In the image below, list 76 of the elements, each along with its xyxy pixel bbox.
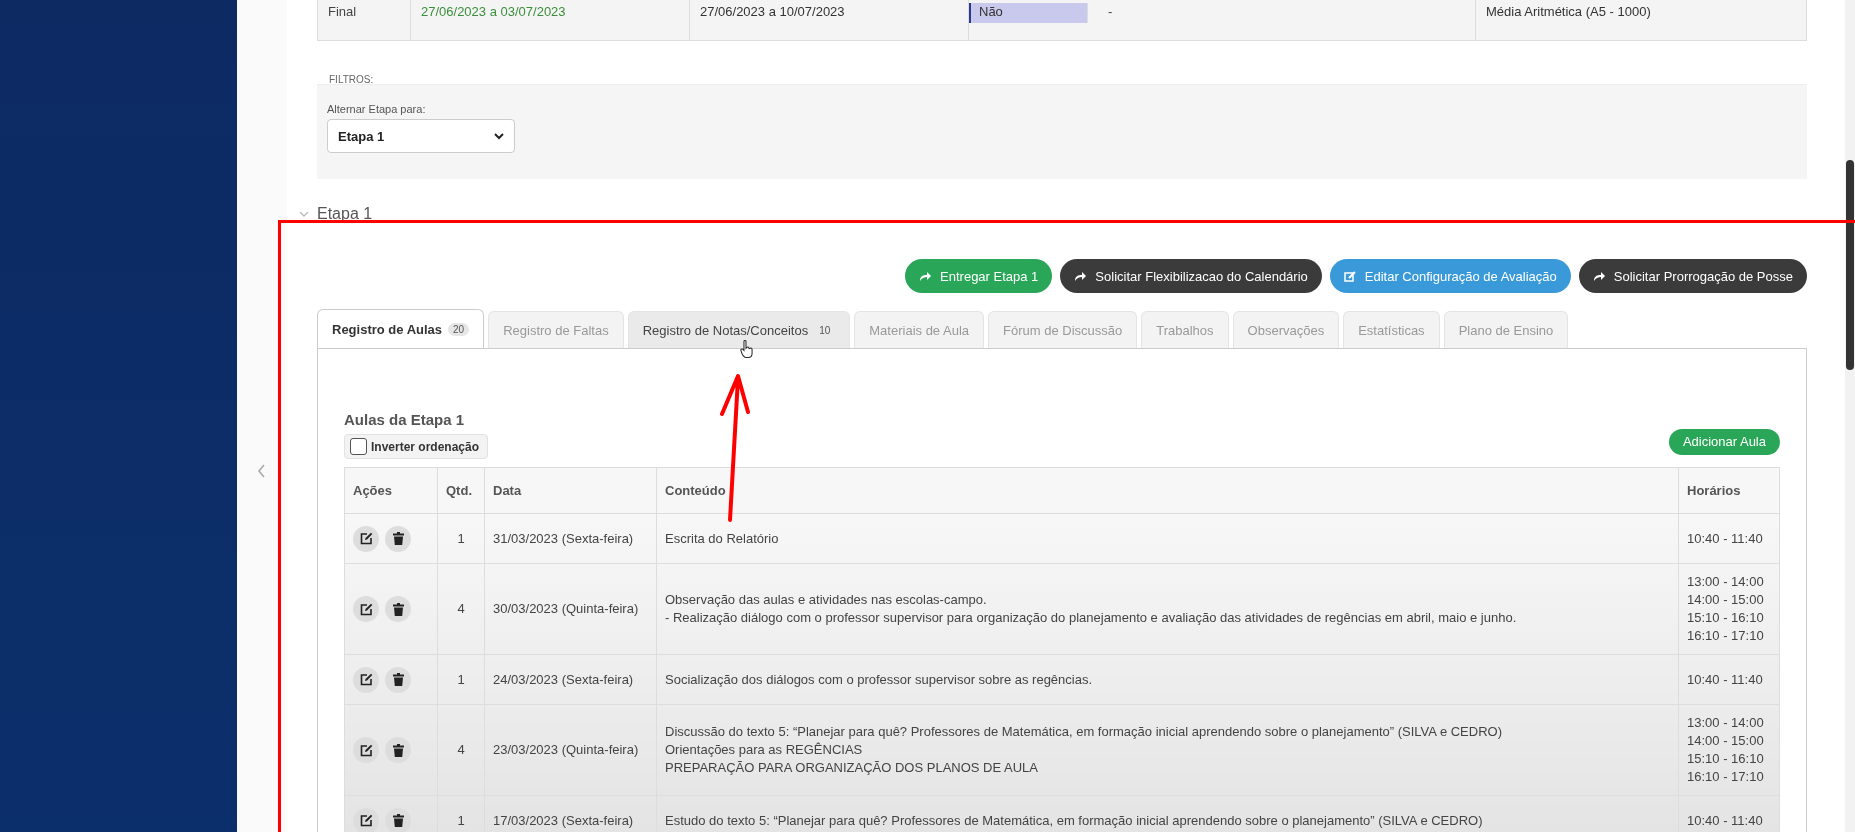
action-button[interactable]: Editar Configuração de Avaliação: [1329, 259, 1571, 293]
tab[interactable]: Registro de Notas/Conceitos 10: [627, 311, 851, 348]
table-cell: -: [1098, 0, 1476, 40]
table-cell: 31/03/2023 (Sexta-feira): [484, 513, 657, 564]
trash-icon: [392, 814, 404, 827]
table-cell: 1: [437, 513, 485, 564]
column-header: Data: [484, 467, 657, 514]
sort-checkbox[interactable]: Inverter ordenação: [344, 434, 489, 459]
panel-title: Aulas da Etapa 1: [344, 411, 466, 428]
edit-icon: [359, 532, 373, 545]
caret-icon: [494, 132, 504, 140]
status-label: Não: [969, 3, 1088, 23]
action-button[interactable]: Entregar Etapa 1: [905, 259, 1053, 293]
scrollbar-thumb[interactable]: [1846, 160, 1854, 370]
delete-button[interactable]: [385, 525, 411, 552]
tab[interactable]: Trabalhos: [1141, 311, 1229, 348]
section-title: Etapa 1: [317, 205, 373, 223]
share-arrow-icon: [1074, 270, 1088, 282]
tab[interactable]: Registro de Faltas: [488, 311, 624, 348]
hand-cursor-icon: [740, 340, 753, 358]
tab[interactable]: Estatísticas: [1343, 311, 1440, 348]
edit-icon: [359, 743, 373, 757]
table-cell: 27/06/2023 a 03/07/2023: [411, 0, 690, 40]
table-cell: Socialização dos diálogos com o professor supervisor sobre as regências.: [656, 654, 1679, 705]
add-button[interactable]: Adicionar Aula: [1668, 428, 1780, 455]
column-header: Horários: [1678, 467, 1780, 514]
table-cell: 23/03/2023 (Quinta-feira): [484, 704, 657, 796]
field-label: Alternar Etapa para:: [327, 102, 427, 115]
table-cell: 10:40 - 11:40: [1678, 513, 1780, 564]
edit-button[interactable]: [353, 737, 379, 763]
action-button[interactable]: Solicitar Flexibilizacao do Calendário: [1060, 259, 1322, 293]
edit-button[interactable]: [353, 807, 379, 832]
table-cell: Escrita do Relatório: [656, 513, 1679, 564]
edit-button[interactable]: [353, 525, 379, 552]
column-header: Qtd.: [437, 467, 485, 514]
table-cell: 4: [437, 704, 485, 796]
column-header: Ações: [344, 467, 438, 514]
checkbox[interactable]: [350, 438, 367, 455]
table-cell: 13:00 - 14:00 14:00 - 15:00 15:10 - 16:10 16:10 - 17:10: [1678, 704, 1780, 796]
delete-button[interactable]: [385, 737, 411, 763]
trash-icon: [392, 532, 404, 545]
tab[interactable]: Fórum de Discussão: [988, 311, 1138, 348]
table-cell: 4: [437, 563, 485, 655]
table-cell: 10:40 - 11:40: [1678, 654, 1780, 705]
tab[interactable]: Materiais de Aula: [854, 311, 984, 348]
table-cell: 13:00 - 14:00 14:00 - 15:00 15:10 - 16:10 16:10 - 17:10: [1678, 563, 1780, 655]
table-cell-text: Média Aritmética (A5 - 1000): [1485, 3, 1652, 21]
delete-button[interactable]: [385, 666, 411, 693]
trash-icon: [392, 673, 404, 686]
tab-count: 10: [818, 323, 832, 337]
stage-select[interactable]: Etapa 1: [327, 119, 515, 153]
filters-title: FILTROS:: [329, 74, 374, 85]
table-cell: 30/03/2023 (Quinta-feira): [484, 563, 657, 655]
trash-icon: [392, 602, 404, 616]
delete-button[interactable]: [385, 807, 411, 832]
table-cell: Discussão do texto 5: “Planejar para quê? Professores de Matemática, em formação inicial aprendendo sobre o planejamento” (SILVA e CEDRO) Orientações para as REGÊNCIAS PREPARAÇÃO PARA ORGANIZAÇÃO DOS PLANOS DE AULA: [656, 704, 1679, 796]
edit-icon: [359, 673, 373, 686]
table-cell: 1: [437, 654, 485, 705]
trash-icon: [392, 743, 404, 757]
table-cell: Observação das aulas e atividades nas escolas-campo. - Realização diálogo com o professor supervisor para organização do planejamento e avaliação das atividades de regências em abril, maio e junho.: [656, 563, 1679, 655]
share-arrow-icon: [919, 270, 933, 282]
edit-icon: [359, 602, 373, 616]
table-cell: Final: [318, 0, 411, 40]
action-button[interactable]: Solicitar Prorrogação de Posse: [1578, 259, 1807, 293]
column-header: Conteúdo: [656, 467, 1679, 514]
edit-icon: [359, 814, 373, 827]
edit-button[interactable]: [353, 596, 379, 622]
share-arrow-icon: [1592, 270, 1606, 282]
edit-icon: [1343, 270, 1357, 282]
tab[interactable]: Registro de Aulas 20: [317, 309, 485, 348]
tab-count: 20: [448, 322, 470, 336]
tab[interactable]: Observações: [1232, 311, 1340, 348]
edit-button[interactable]: [353, 666, 379, 693]
table-cell: 24/03/2023 (Sexta-feira): [484, 654, 657, 705]
tab[interactable]: Plano de Ensino: [1443, 311, 1569, 348]
delete-button[interactable]: [385, 596, 411, 622]
